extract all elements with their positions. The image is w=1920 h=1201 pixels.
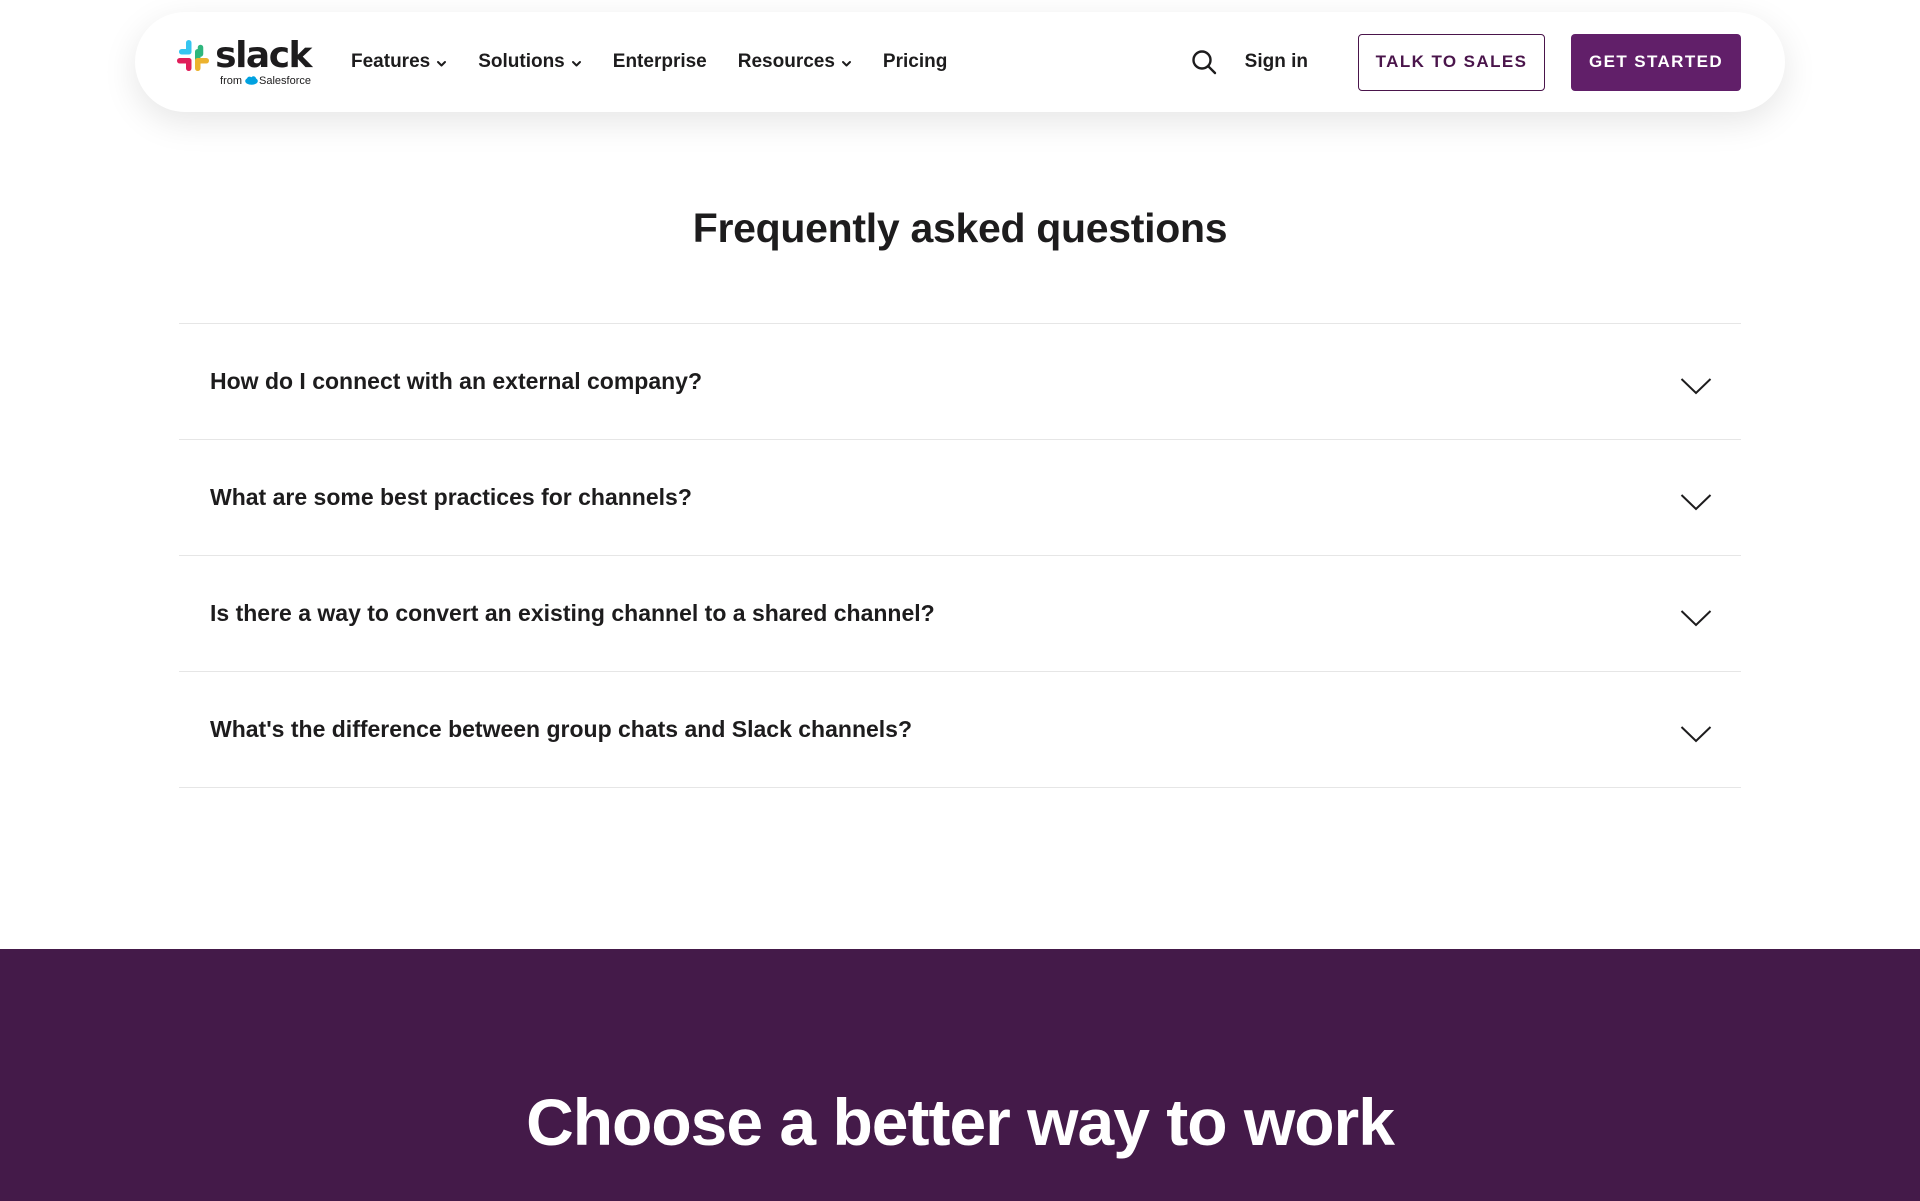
page: slack from Salesforce Features Solutions… [0,0,1920,1201]
chevron-down-icon [1680,493,1712,510]
sign-in-link[interactable]: Sign in [1245,51,1308,73]
faq-question: Is there a way to convert an existing ch… [210,600,935,626]
header-actions: Sign in TALK TO SALES GET STARTED [1189,33,1741,91]
nav-item-pricing[interactable]: Pricing [883,51,947,73]
main-nav: Features Solutions Enterprise Resources [351,51,978,73]
salesforce-cloud-icon [245,76,258,85]
talk-to-sales-button[interactable]: TALK TO SALES [1358,33,1545,91]
faq-question: How do I connect with an external compan… [210,368,703,394]
faq-item[interactable]: What's the difference between group chat… [179,672,1741,788]
nav-item-label: Features [351,51,431,72]
faq-question: What's the difference between group chat… [210,716,913,742]
chevron-down-icon [1680,725,1712,742]
chevron-down-icon [437,60,447,66]
logo-sub-prefix: from [220,74,243,87]
nav-item-label: Enterprise [612,51,707,72]
nav-item-features[interactable]: Features [351,51,447,73]
search-icon [1191,50,1216,75]
get-started-button[interactable]: GET STARTED [1571,33,1741,91]
nav-item-label: Pricing [882,51,948,72]
nav-item-resources[interactable]: Resources [738,51,852,73]
site-header: slack from Salesforce Features Solutions… [135,12,1785,112]
chevron-down-icon [571,60,581,66]
faq-item[interactable]: What are some best practices for channel… [179,440,1741,556]
faq-question: What are some best practices for channel… [210,484,692,510]
cta-section: Choose a better way to work [0,949,1920,1201]
nav-item-label: Resources [737,51,835,72]
logo-sub-brand: Salesforce [259,74,311,87]
search-button[interactable] [1189,47,1219,77]
cta-title: Choose a better way to work [526,1085,1395,1159]
slack-logo[interactable]: slack from Salesforce [177,37,312,87]
logo-row: slack [175,34,312,76]
slack-hash-icon [177,39,210,71]
logo-wordmark: slack [215,34,312,76]
faq-item[interactable]: Is there a way to convert an existing ch… [179,556,1741,672]
chevron-down-icon [1680,609,1712,626]
chevron-down-icon [1680,377,1712,394]
logo-subline: from Salesforce [220,75,311,87]
nav-item-solutions[interactable]: Solutions [478,51,582,73]
nav-item-label: Solutions [478,51,565,72]
nav-item-enterprise[interactable]: Enterprise [613,51,707,73]
faq-list: How do I connect with an external compan… [179,323,1741,788]
chevron-down-icon [841,60,851,66]
faq-title: Frequently asked questions [692,205,1228,251]
faq-item[interactable]: How do I connect with an external compan… [179,324,1741,440]
